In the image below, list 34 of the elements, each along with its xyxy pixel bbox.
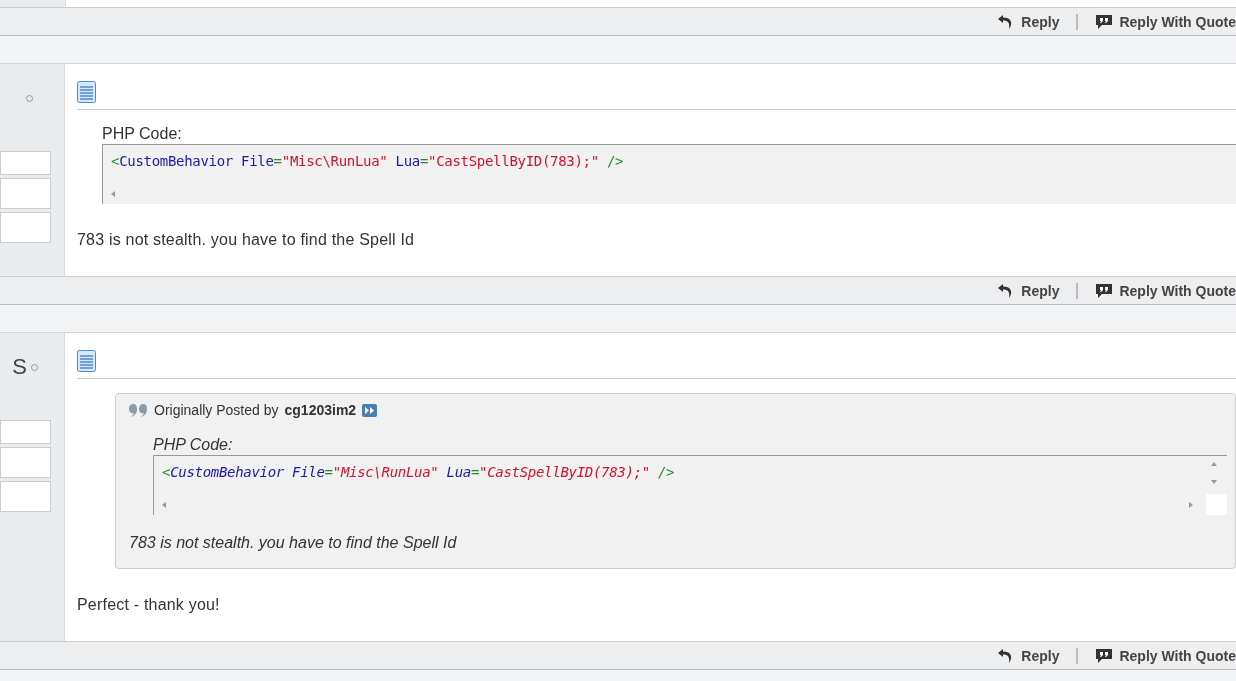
quote-attribution: Originally Posted by	[154, 402, 279, 418]
code-label: PHP Code:	[102, 125, 183, 143]
scroll-down-icon[interactable]	[1211, 479, 1217, 485]
username[interactable]: S	[12, 354, 27, 380]
speech-bubble-icon	[1095, 13, 1114, 30]
reply-link[interactable]: Reply	[997, 13, 1060, 30]
user-info-box	[0, 178, 51, 209]
quote-author[interactable]: cg1203im2	[284, 402, 357, 418]
user-info-box	[0, 212, 51, 243]
scroll-right-icon[interactable]	[1188, 502, 1194, 508]
user-info-box	[0, 481, 51, 512]
scroll-left-icon[interactable]	[110, 191, 116, 197]
user-info-box	[0, 420, 51, 444]
speech-bubble-icon	[1095, 647, 1114, 664]
post-text: Perfect - thank you!	[77, 596, 221, 615]
document-icon	[77, 350, 96, 372]
post-text: 783 is not stealth. you have to find the Spell Id	[77, 231, 416, 250]
document-icon	[77, 81, 96, 103]
code-line: <CustomBehavior File="Misc\RunLua" Lua="CastSpellByID(783);" />	[111, 153, 624, 169]
code-label: PHP Code:	[153, 436, 234, 454]
quoted-text: 783 is not stealth. you have to find the Spell Id	[129, 534, 458, 552]
reply-with-quote-link[interactable]: Reply With Quote	[1095, 13, 1236, 30]
user-info-box	[0, 447, 51, 478]
reply-with-quote-link[interactable]: Reply With Quote	[1095, 647, 1236, 664]
user-info-box	[0, 151, 51, 175]
reply-with-quote-link[interactable]: Reply With Quote	[1095, 282, 1236, 299]
scroll-left-icon[interactable]	[161, 502, 167, 508]
scroll-up-icon[interactable]	[1211, 461, 1217, 467]
speech-bubble-icon	[1095, 282, 1114, 299]
view-post-icon[interactable]	[362, 403, 378, 417]
quote-marks-icon	[129, 403, 148, 417]
reply-link[interactable]: Reply	[997, 282, 1060, 299]
reply-link[interactable]: Reply	[997, 647, 1060, 664]
code-line: <CustomBehavior File="Misc\RunLua" Lua="CastSpellByID(783);" />	[162, 464, 675, 480]
